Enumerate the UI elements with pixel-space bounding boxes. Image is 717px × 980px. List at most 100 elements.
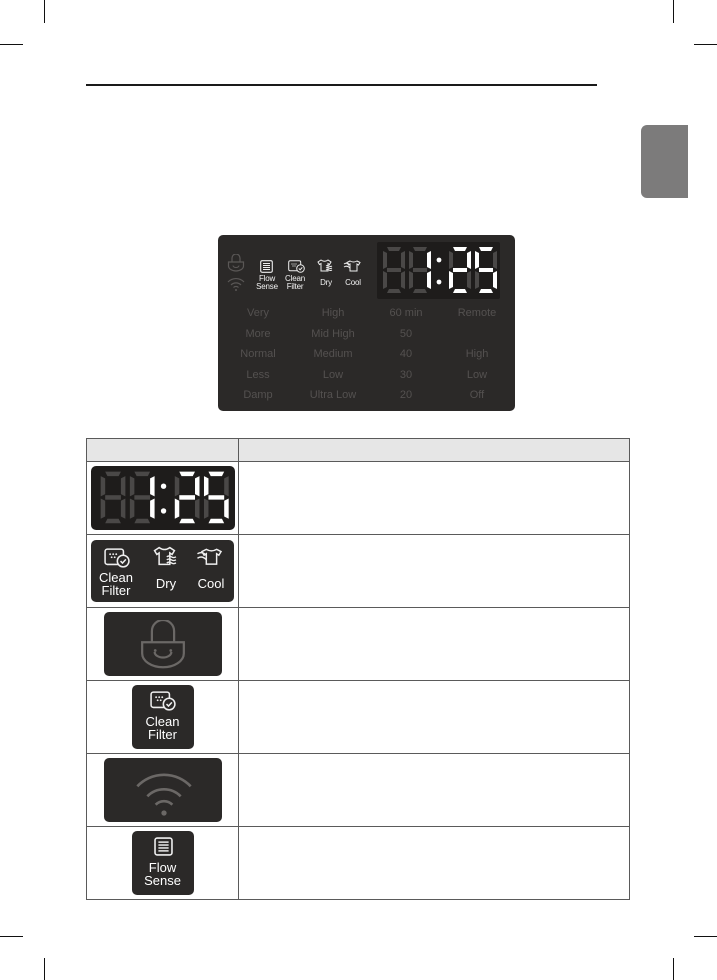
segment-d [479,289,493,293]
segment-b [427,251,431,269]
segment-a [453,247,467,251]
table-cell-description [238,607,630,681]
cool-label: Cool [197,576,225,591]
clean-filter-icon [104,548,130,568]
clean-filter-tile: Clean Filter [131,685,194,749]
table-cell-icon [86,461,239,535]
crop-mark [673,958,674,980]
control-panel: Flow Sense Clean Filter Dry Cool Very Mor… [218,235,515,411]
crop-mark [673,0,674,23]
table-header-description [238,438,630,462]
option-dryness-1: More [245,327,271,340]
clean-filter-label: Clean Filter [97,571,135,597]
table-cell-icon [86,753,239,827]
table-row [86,753,630,827]
segment-b [194,476,199,497]
table-cell-description [238,534,630,608]
segment-d [178,518,195,524]
segment-e [475,271,479,289]
colon-dot [436,279,442,285]
table-cell-description [238,826,630,900]
option-time-0: 60 min [389,307,423,319]
segment-c [493,271,497,289]
table-cell-icon: Flow Sense [86,826,239,900]
segment-c [149,498,155,519]
seven-segment-digits [383,247,497,293]
segment-g [133,495,150,500]
segment-g [104,495,121,500]
table-row: Clean Filter Dry Cool [86,534,630,608]
option-other-3: Low [466,368,488,381]
child-lock-icon [140,620,185,669]
segment-c [427,271,431,289]
segment-a [104,471,121,477]
crop-mark [44,0,45,23]
flow-sense-icon [153,837,173,856]
flow-sense-label-line2: Sense [144,873,181,888]
colon-dot [436,257,442,263]
segment-g [479,268,493,272]
segment-e [174,498,179,519]
segment-b [149,476,155,497]
segment-f [100,476,105,497]
dry-label: Dry [320,278,332,287]
segment-a [387,247,401,251]
segment-d [133,518,150,524]
table-cell-description [238,680,630,754]
segment-e [449,271,453,289]
clean-filter-label-line2: Filter [101,583,131,598]
segment-f [174,476,179,497]
segment-b [467,251,471,269]
clean-filter-label-line2: Filter [286,282,304,291]
segment-b [120,476,125,497]
segment-d [387,289,401,293]
segment-a [133,471,150,477]
indicator-table: Clean Filter Dry Cool Clean Filter Flow … [86,438,630,900]
clean-filter-label-line2: Filter [148,727,177,742]
wifi-tile [103,758,222,822]
option-dryness-2: Normal [240,348,276,360]
option-time-1: 50 [399,327,413,340]
segment-f [409,251,413,269]
dry-icon [317,259,333,272]
table-header-row [86,438,630,462]
seven-segment-digits [100,471,229,524]
segment-c [401,271,405,289]
option-other-4: Off [469,389,485,401]
cool-icon [343,260,361,272]
chapter-tab [641,125,688,198]
table-row [86,461,630,535]
wifi-icon [227,278,245,291]
time-display-tile [90,466,235,530]
option-temp-2: Medium [313,348,353,360]
option-temp-1: Mid High [311,327,355,340]
cool-label: Cool [345,278,361,287]
segment-d [207,518,224,524]
segment-f [449,251,453,269]
flow-sense-tile: Flow Sense [131,831,194,895]
crop-mark [0,44,23,45]
segment-f [129,476,134,497]
segment-a [178,471,195,477]
colon-dot [160,483,166,489]
table-cell-icon: Clean Filter [86,680,239,754]
header-rule [86,84,597,86]
clean-filter-icon [149,691,176,711]
crop-mark [694,936,717,937]
segment-e [203,498,208,519]
segment-b [223,476,229,497]
wifi-icon [135,773,192,816]
segment-b [493,251,497,269]
segment-a [479,247,493,251]
option-temp-4: Ultra Low [309,389,357,401]
table-row: Clean Filter [86,680,630,754]
segment-g [413,268,427,272]
status-icons-tile: Clean Filter Dry Cool [91,540,234,602]
segment-e [129,498,134,519]
flow-sense-icon [260,260,273,273]
option-other-2: High [465,348,489,360]
option-time-2: 40 [399,348,413,360]
flow-sense-label: Flow Sense [252,275,282,291]
child-lock-tile [103,612,222,676]
segment-e [100,498,105,519]
